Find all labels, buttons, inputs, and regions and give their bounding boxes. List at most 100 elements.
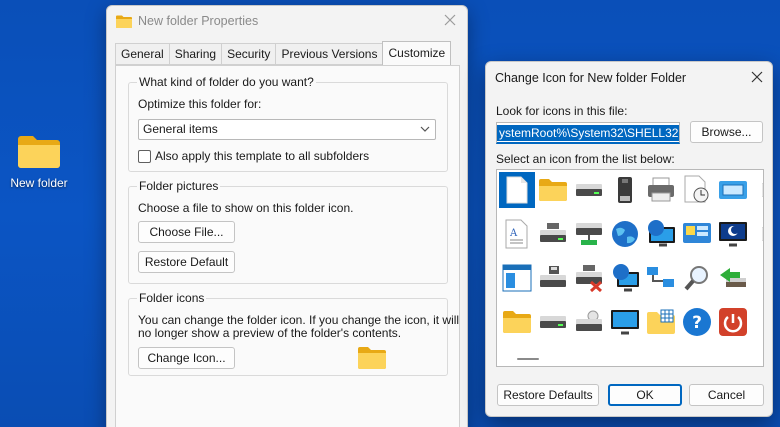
optimize-dropdown[interactable]: General items bbox=[138, 119, 436, 140]
chevron-down-icon bbox=[420, 126, 430, 132]
power-icon bbox=[719, 308, 747, 336]
icon-cell[interactable] bbox=[643, 216, 679, 252]
icon-cell[interactable]: A bbox=[499, 216, 535, 252]
path-value: ystemRoot%\System32\SHELL32.dll bbox=[497, 125, 679, 141]
sleep-monitor-icon bbox=[719, 222, 747, 247]
close-icon[interactable] bbox=[750, 70, 764, 84]
memory-chip-icon bbox=[618, 177, 632, 203]
icon-cell[interactable] bbox=[499, 260, 535, 296]
icon-list[interactable]: A ? bbox=[496, 169, 764, 367]
tab-sharing[interactable]: Sharing bbox=[168, 43, 222, 65]
network-drive-icon bbox=[576, 223, 602, 245]
group-legend: What kind of folder do you want? bbox=[137, 75, 316, 89]
icon-cell[interactable] bbox=[751, 216, 763, 252]
window-title: New folder Properties bbox=[138, 14, 259, 28]
desktop-folder[interactable]: New folder bbox=[4, 134, 74, 190]
icon-cell[interactable] bbox=[715, 172, 751, 208]
printer-icon bbox=[648, 177, 674, 202]
choose-file-button[interactable]: Choose File... bbox=[138, 221, 235, 243]
icon-cell[interactable] bbox=[607, 216, 643, 252]
icon-cell[interactable] bbox=[535, 260, 571, 296]
icon-cell[interactable] bbox=[715, 260, 751, 296]
properties-titlebar[interactable]: New folder Properties bbox=[107, 6, 467, 36]
help-icon: ? bbox=[683, 308, 711, 336]
tab-customize[interactable]: Customize bbox=[382, 41, 452, 65]
monitor-icon bbox=[611, 310, 639, 335]
cancel-button[interactable]: Cancel bbox=[689, 384, 764, 406]
network-computers-icon bbox=[647, 267, 674, 287]
icon-cell[interactable] bbox=[535, 216, 571, 252]
icon-cell[interactable] bbox=[679, 216, 715, 252]
tab-previous-versions[interactable]: Previous Versions bbox=[275, 43, 383, 65]
icon-cell[interactable] bbox=[571, 172, 607, 208]
text-document-icon: A bbox=[505, 219, 528, 249]
globe-monitor-icon bbox=[648, 220, 675, 247]
globe-icon bbox=[612, 221, 638, 247]
network-globe-icon bbox=[613, 264, 639, 292]
properties-window: New folder Properties General Sharing Se… bbox=[106, 5, 468, 427]
optimize-label: Optimize this folder for: bbox=[138, 97, 262, 111]
icons-description-line1: You can change the folder icon. If you c… bbox=[138, 313, 460, 327]
change-icon-dialog: Change Icon for New folder Folder Look f… bbox=[485, 61, 773, 417]
cd-drive-icon bbox=[576, 310, 602, 331]
restore-defaults-button[interactable]: Restore Defaults bbox=[497, 384, 599, 406]
icon-cell[interactable] bbox=[571, 260, 607, 296]
icon-cell[interactable] bbox=[643, 304, 679, 340]
folder-preview-icon bbox=[358, 347, 386, 369]
horizontal-scrollbar[interactable] bbox=[517, 358, 539, 360]
checkbox-box[interactable] bbox=[138, 149, 151, 163]
icon-cell[interactable] bbox=[715, 216, 751, 252]
clock-document-icon bbox=[684, 175, 709, 203]
close-icon[interactable] bbox=[443, 13, 457, 27]
group-legend: Folder pictures bbox=[137, 179, 221, 193]
icon-cell[interactable] bbox=[679, 260, 715, 296]
icon-cell[interactable] bbox=[679, 172, 715, 208]
icon-cell[interactable] bbox=[607, 260, 643, 296]
blank-document-icon bbox=[506, 176, 528, 204]
folder-icon bbox=[503, 311, 531, 333]
folder-grid-icon bbox=[647, 309, 675, 334]
folder-icon bbox=[116, 15, 132, 28]
tab-strip: General Sharing Security Previous Versio… bbox=[115, 41, 452, 65]
icon-cell[interactable] bbox=[499, 304, 535, 340]
icon-cell[interactable] bbox=[715, 304, 751, 340]
icon-cell[interactable] bbox=[571, 304, 607, 340]
folder-pictures-group: Folder pictures Choose a file to show on… bbox=[128, 179, 448, 284]
icon-cell[interactable] bbox=[535, 304, 571, 340]
pictures-description: Choose a file to show on this folder ico… bbox=[138, 201, 354, 215]
icon-cell[interactable] bbox=[643, 172, 679, 208]
icon-cell[interactable] bbox=[607, 172, 643, 208]
control-panel-icon bbox=[683, 223, 711, 243]
select-icon-label: Select an icon from the list below: bbox=[496, 152, 675, 166]
window-app-icon bbox=[502, 264, 532, 292]
icon-cell[interactable] bbox=[499, 172, 535, 208]
ok-button[interactable]: OK bbox=[608, 384, 682, 406]
tab-general[interactable]: General bbox=[115, 43, 169, 65]
eject-drive-icon bbox=[720, 268, 746, 287]
optimize-value: General items bbox=[143, 122, 218, 136]
icon-cell[interactable] bbox=[607, 304, 643, 340]
customize-panel: What kind of folder do you want? Optimiz… bbox=[115, 65, 460, 427]
icon-cell[interactable]: ? bbox=[679, 304, 715, 340]
desktop-folder-label: New folder bbox=[10, 176, 68, 190]
group-legend: Folder icons bbox=[137, 291, 207, 305]
green-arrow-icon bbox=[762, 183, 763, 197]
icon-file-path-input[interactable]: ystemRoot%\System32\SHELL32.dll bbox=[496, 122, 680, 144]
tab-security[interactable]: Security bbox=[221, 43, 276, 65]
apply-subfolders-checkbox[interactable]: Also apply this template to all subfolde… bbox=[138, 149, 369, 163]
browse-button[interactable]: Browse... bbox=[690, 121, 763, 143]
folder-kind-group: What kind of folder do you want? Optimiz… bbox=[128, 75, 448, 172]
change-icon-button[interactable]: Change Icon... bbox=[138, 347, 235, 369]
icon-cell[interactable] bbox=[571, 216, 607, 252]
icon-cell[interactable] bbox=[535, 172, 571, 208]
svg-text:?: ? bbox=[692, 313, 702, 333]
folder-icons-group: Folder icons You can change the folder i… bbox=[128, 291, 459, 376]
icon-cell[interactable] bbox=[751, 172, 763, 208]
restore-default-button[interactable]: Restore Default bbox=[138, 251, 235, 273]
monitor-window-icon bbox=[719, 181, 747, 199]
icon-cell[interactable] bbox=[643, 260, 679, 296]
shortcut-arrow-icon bbox=[762, 227, 763, 241]
svg-text:A: A bbox=[509, 228, 518, 239]
drive-icon bbox=[540, 316, 566, 328]
icons-description-line2: no longer show a preview of the folder's… bbox=[138, 326, 402, 340]
